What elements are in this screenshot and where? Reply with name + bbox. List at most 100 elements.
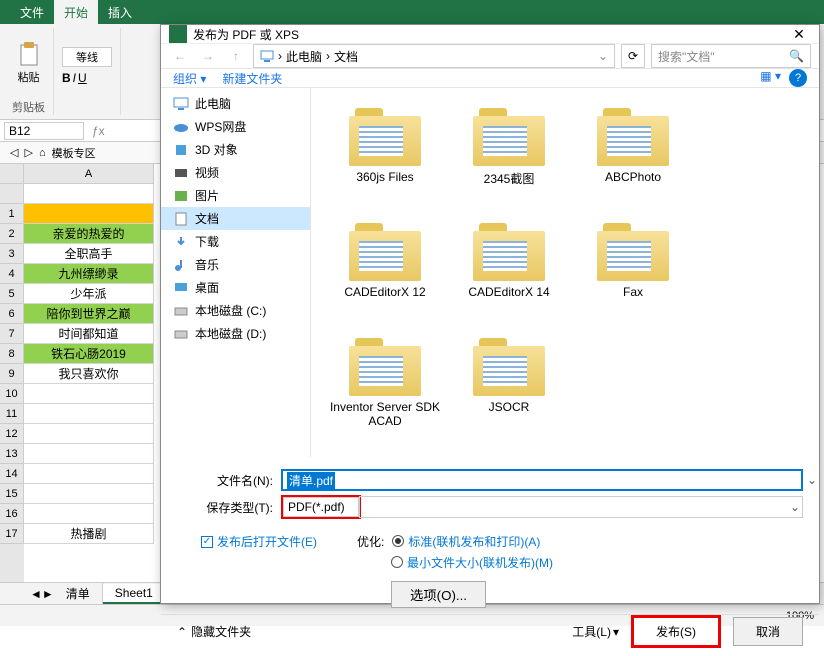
cell[interactable]: 少年派 (24, 284, 154, 304)
new-folder-button[interactable]: 新建文件夹 (222, 70, 282, 87)
cell[interactable] (24, 384, 154, 404)
name-box[interactable]: B12 (4, 122, 84, 140)
options-button[interactable]: 选项(O)... (391, 581, 486, 608)
tree-item-video[interactable]: 视频 (161, 161, 310, 184)
row-header[interactable]: 9 (0, 364, 24, 384)
forward-icon[interactable]: ▷ (24, 146, 32, 159)
fx-icon[interactable]: ƒx (92, 124, 105, 138)
folder-item[interactable]: Fax (571, 215, 695, 330)
row-header[interactable]: 8 (0, 344, 24, 364)
cell[interactable]: 铁石心肠2019 (24, 344, 154, 364)
row-header[interactable] (0, 184, 24, 204)
address-bar[interactable]: › 此电脑 › 文档 ⌄ (253, 44, 615, 68)
file-pane[interactable]: 360js Files2345截图ABCPhotoCADEditorX 12CA… (311, 88, 819, 457)
tree-item-cube[interactable]: 3D 对象 (161, 138, 310, 161)
sheet-tab[interactable]: Sheet1 (103, 584, 166, 604)
back-icon[interactable]: ◁ (10, 146, 18, 159)
cancel-button[interactable]: 取消 (733, 617, 803, 646)
cell[interactable]: 陪你到世界之巅 (24, 304, 154, 324)
optimize-standard-label[interactable]: 标准(联机发布和打印)(A) (408, 533, 540, 550)
row-header[interactable]: 5 (0, 284, 24, 304)
tab-file[interactable]: 文件 (10, 0, 54, 25)
templates-tab[interactable]: 模板专区 (52, 145, 96, 161)
row-header[interactable]: 2 (0, 224, 24, 244)
row-header[interactable]: 11 (0, 404, 24, 424)
col-header-A[interactable]: A (24, 164, 154, 184)
optimize-min-label[interactable]: 最小文件大小(联机发布)(M) (407, 554, 553, 571)
tree-item-pc[interactable]: 此电脑 (161, 92, 310, 115)
tree-item-desk[interactable]: 桌面 (161, 276, 310, 299)
publish-button[interactable]: 发布(S) (631, 615, 721, 648)
tree-item-dl[interactable]: 下载 (161, 230, 310, 253)
row-header[interactable]: 4 (0, 264, 24, 284)
cell[interactable]: 我只喜欢你 (24, 364, 154, 384)
tree-item-disk[interactable]: 本地磁盘 (D:) (161, 322, 310, 345)
cell[interactable] (24, 424, 154, 444)
underline-button[interactable]: U (78, 71, 87, 85)
cell[interactable] (24, 204, 154, 224)
cell[interactable]: 亲爱的热爱的 (24, 224, 154, 244)
sheet-nav-prev[interactable]: ◄ (30, 587, 42, 601)
row-header[interactable]: 10 (0, 384, 24, 404)
home-icon[interactable]: ⌂ (39, 147, 46, 159)
nav-back[interactable]: ← (169, 45, 191, 67)
row-header[interactable]: 15 (0, 484, 24, 504)
sheet-tab[interactable]: 清单 (54, 583, 103, 604)
hide-folders-button[interactable]: ⌃ 隐藏文件夹 (177, 623, 251, 640)
tree-item-cloud[interactable]: WPS网盘 (161, 115, 310, 138)
cell[interactable] (24, 184, 154, 204)
filename-input[interactable]: 清单.pdf ⌄ (281, 469, 803, 491)
tree-item-disk[interactable]: 本地磁盘 (C:) (161, 299, 310, 322)
tree-item-pic[interactable]: 图片 (161, 184, 310, 207)
row-header[interactable]: 13 (0, 444, 24, 464)
view-mode-button[interactable]: ▦ ▾ (760, 69, 781, 87)
sheet-nav-next[interactable]: ► (42, 587, 54, 601)
open-after-checkbox[interactable]: ✓发布后打开文件(E) (201, 533, 317, 550)
folder-item[interactable]: JSOCR (447, 330, 571, 445)
folder-item[interactable]: 2345截图 (447, 100, 571, 215)
row-header[interactable]: 12 (0, 424, 24, 444)
tab-home[interactable]: 开始 (54, 0, 98, 25)
row-header[interactable]: 17 (0, 524, 24, 544)
paste-icon[interactable] (15, 41, 43, 69)
tools-dropdown[interactable]: 工具(L) ▾ (572, 623, 619, 640)
select-all-corner[interactable] (0, 164, 24, 184)
tab-insert[interactable]: 插入 (98, 0, 142, 25)
tree-item-doc[interactable]: 文档 (161, 207, 310, 230)
breadcrumb-item[interactable]: 此电脑 (286, 48, 322, 65)
tree-item-music[interactable]: 音乐 (161, 253, 310, 276)
row-header[interactable]: 16 (0, 504, 24, 524)
search-input[interactable]: 搜索"文档" 🔍 (651, 44, 811, 68)
row-header[interactable]: 1 (0, 204, 24, 224)
italic-button[interactable]: I (73, 71, 76, 85)
cell[interactable]: 时间都知道 (24, 324, 154, 344)
cell[interactable] (24, 444, 154, 464)
cell[interactable]: 九州缥缈录 (24, 264, 154, 284)
row-header[interactable]: 14 (0, 464, 24, 484)
nav-forward[interactable]: → (197, 45, 219, 67)
row-header[interactable]: 6 (0, 304, 24, 324)
close-button[interactable]: ✕ (787, 26, 811, 43)
folder-item[interactable]: Inventor Server SDK ACAD (323, 330, 447, 445)
row-header[interactable]: 3 (0, 244, 24, 264)
bold-button[interactable]: B (62, 71, 71, 85)
cell[interactable] (24, 504, 154, 524)
font-name-select[interactable]: 等线 (62, 47, 112, 67)
optimize-standard-radio[interactable] (392, 535, 404, 547)
cell[interactable] (24, 404, 154, 424)
organize-button[interactable]: 组织 ▾ (173, 70, 206, 87)
folder-item[interactable]: 360js Files (323, 100, 447, 215)
folder-item[interactable]: CADEditorX 14 (447, 215, 571, 330)
breadcrumb-item[interactable]: 文档 (334, 48, 358, 65)
filetype-select[interactable]: ⌄ (359, 496, 803, 518)
nav-up[interactable]: ↑ (225, 45, 247, 67)
cell[interactable] (24, 484, 154, 504)
cell[interactable] (24, 464, 154, 484)
cell[interactable]: 全职高手 (24, 244, 154, 264)
help-icon[interactable]: ? (789, 69, 807, 87)
cell[interactable]: 热播剧 (24, 524, 154, 544)
refresh-button[interactable]: ⟳ (621, 44, 645, 68)
folder-item[interactable]: CADEditorX 12 (323, 215, 447, 330)
optimize-min-radio[interactable] (391, 556, 403, 568)
row-header[interactable]: 7 (0, 324, 24, 344)
